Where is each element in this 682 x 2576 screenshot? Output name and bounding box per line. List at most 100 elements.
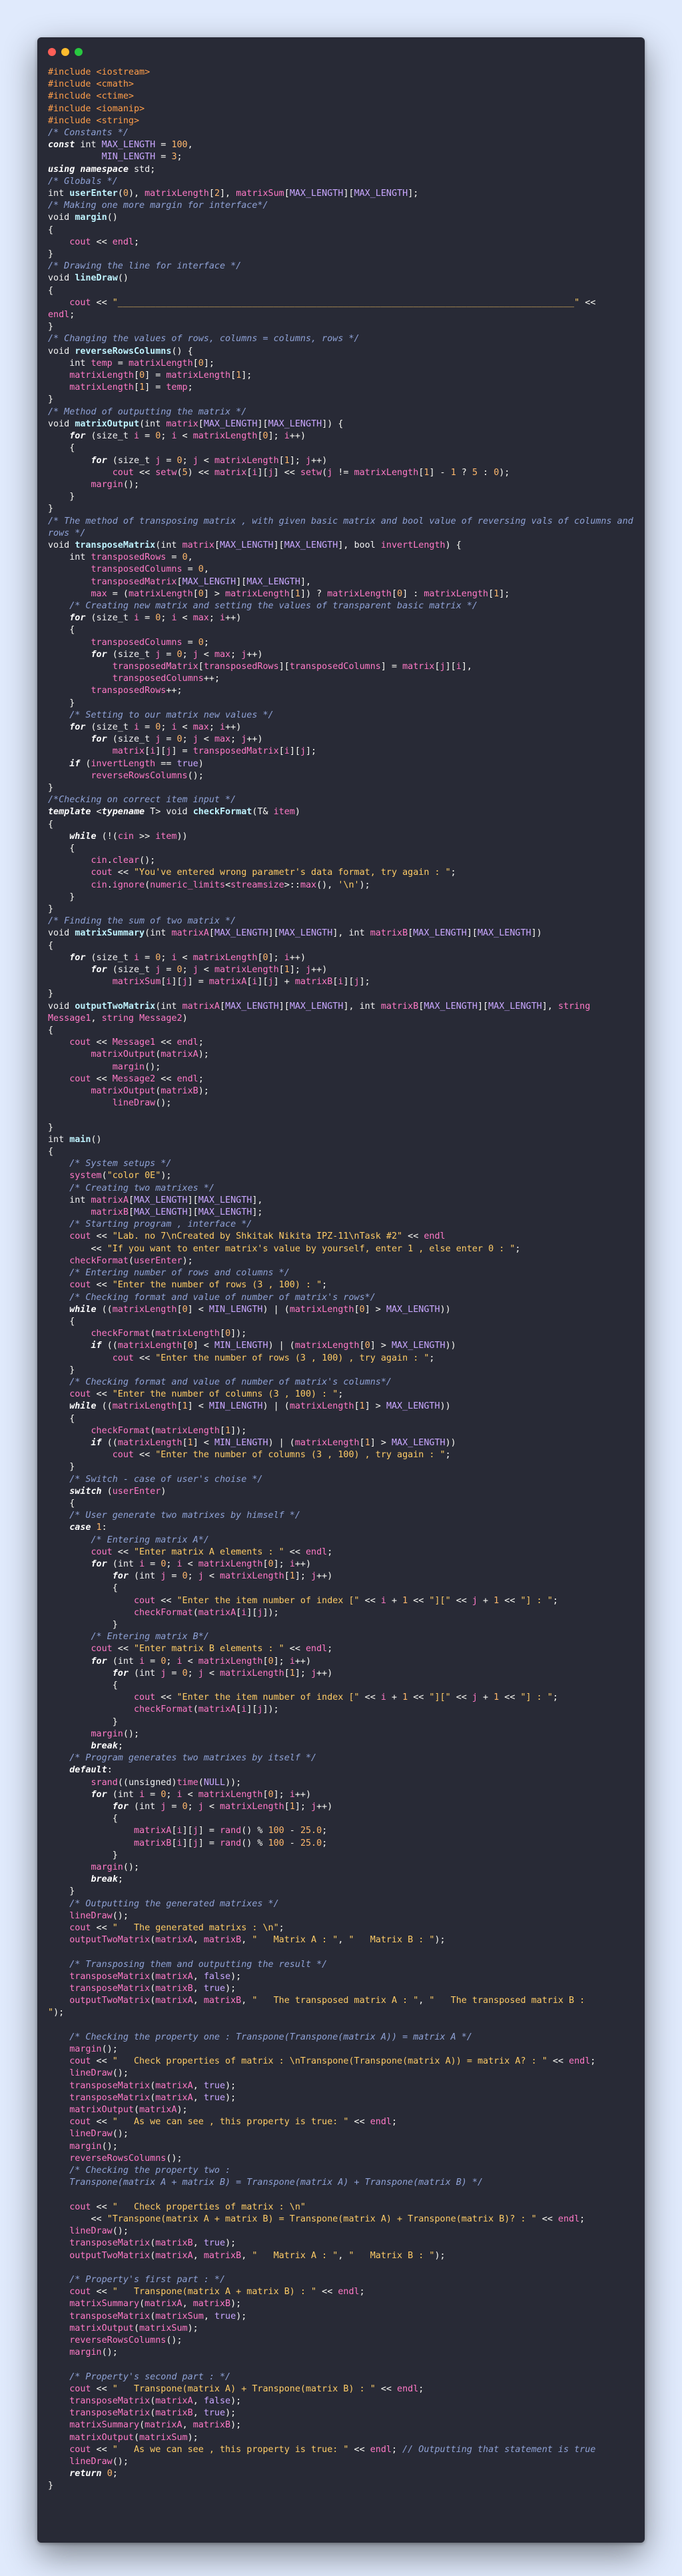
code-token: i	[134, 613, 140, 624]
code-token: ];	[306, 746, 317, 757]
code-token: ))	[445, 1341, 456, 1351]
code-token: cout	[134, 1595, 156, 1606]
code-token: >	[155, 807, 167, 818]
code-token: ?	[456, 467, 472, 478]
code-token: matrixB	[192, 2299, 231, 2309]
code-token: ][	[445, 661, 456, 672]
code-token: <<	[91, 237, 113, 247]
code-line: return 0;	[48, 2468, 634, 2480]
code-token: matrix	[166, 418, 198, 429]
code-line: outputTwoMatrix(matrixA, matrixB, " The …	[48, 1995, 634, 2007]
code-token: );	[53, 2008, 65, 2018]
code-token: ],	[541, 1001, 558, 1011]
code-token: /* User generate two matrixes by himself…	[69, 1511, 300, 1521]
code-token: ;	[198, 1073, 204, 1084]
code-token: [	[192, 588, 198, 599]
close-button[interactable]	[48, 48, 56, 56]
code-token: #include <iostream>	[48, 67, 151, 77]
code-token: <	[176, 952, 193, 963]
code-token: );	[225, 2408, 236, 2419]
code-line: for (size_t i = 0; i < max; i++)	[48, 612, 634, 624]
code-token: matrixLength	[214, 965, 279, 975]
code-token: ]	[370, 1341, 376, 1351]
code-token: endl	[305, 1644, 328, 1654]
code-line: default:	[48, 1764, 634, 1776]
code-token: matrix	[182, 540, 214, 550]
code-token: {	[48, 844, 75, 854]
code-line: /* Checking format and value of number o…	[48, 1377, 634, 1389]
code-token: matrixLength	[192, 952, 258, 963]
code-token: 5	[182, 467, 188, 478]
code-line: checkFormat(matrixLength[0]);	[48, 1328, 634, 1340]
zoom-button[interactable]	[75, 48, 83, 56]
code-token: }	[48, 1619, 118, 1630]
code-token: #include <cmath>	[48, 79, 134, 90]
code-token: matrixA	[161, 1049, 198, 1060]
code-token: /* Creating two matrixes */	[69, 1183, 214, 1193]
code-token: MIN_LENGTH	[101, 152, 156, 163]
code-token: ();	[166, 2335, 182, 2345]
code-token: <<	[134, 1450, 156, 1461]
code-token: main	[69, 1134, 91, 1145]
code-token: ]	[203, 588, 209, 599]
code-line: matrixOutput(matrixB);	[48, 1085, 634, 1097]
code-line: if ((matrixLength[1] < MIN_LENGTH) | (ma…	[48, 1437, 634, 1449]
code-token: ],	[220, 189, 236, 199]
code-token: 100	[268, 1826, 284, 1836]
code-token: for	[91, 649, 107, 660]
code-token: "Enter the number of rows (3 , 100) , tr…	[155, 1353, 430, 1363]
code-token: [	[171, 1838, 177, 1848]
code-token: ;	[552, 1595, 558, 1606]
code-token: j	[192, 1826, 198, 1836]
code-token: ++	[289, 952, 300, 963]
code-token: void	[48, 418, 70, 429]
code-token: !=	[332, 467, 354, 478]
code-token: ;	[450, 868, 456, 878]
code-line: matrixLength[0] = matrixLength[1];	[48, 370, 634, 382]
code-token: 0	[364, 1341, 370, 1351]
code-token: rand	[220, 1838, 242, 1848]
code-token: j	[192, 1838, 198, 1848]
code-token: <	[192, 1304, 209, 1315]
code-line: for (size_t j = 0; j < matrixLength[1]; …	[48, 455, 634, 467]
code-token: )	[327, 1571, 333, 1582]
code-token: <	[198, 965, 214, 975]
code-token: matrixA	[155, 1996, 193, 2006]
code-token: >	[375, 1437, 392, 1448]
code-token: (	[128, 1802, 140, 1812]
code-token: MAX_LENGTH	[198, 1195, 252, 1205]
code-block[interactable]: #include <iostream> #include <cmath> #incl…	[37, 67, 645, 2493]
code-token: ,	[338, 1935, 349, 1946]
code-token: ][	[273, 540, 284, 550]
code-token: )	[327, 1668, 333, 1678]
code-token: j	[192, 649, 198, 660]
code-token: max	[91, 588, 107, 599]
code-token: Message1	[112, 1037, 156, 1048]
code-token: lineDraw	[69, 2129, 113, 2140]
minimize-button[interactable]	[61, 48, 69, 56]
code-token: (	[134, 2432, 140, 2443]
code-token: " Check properties of matrix : \nTranspo…	[112, 2056, 547, 2067]
code-line: while ((matrixLength[1] < MIN_LENGTH) | …	[48, 1401, 634, 1413]
code-token: for	[69, 431, 86, 442]
code-token: typename	[101, 807, 145, 818]
code-token: [	[128, 1195, 134, 1205]
code-line: cout << " Check properties of matrix : \…	[48, 2056, 634, 2068]
code-token: "If you want to enter matrix's value by …	[107, 1243, 515, 1254]
code-token: <<	[547, 2056, 569, 2067]
